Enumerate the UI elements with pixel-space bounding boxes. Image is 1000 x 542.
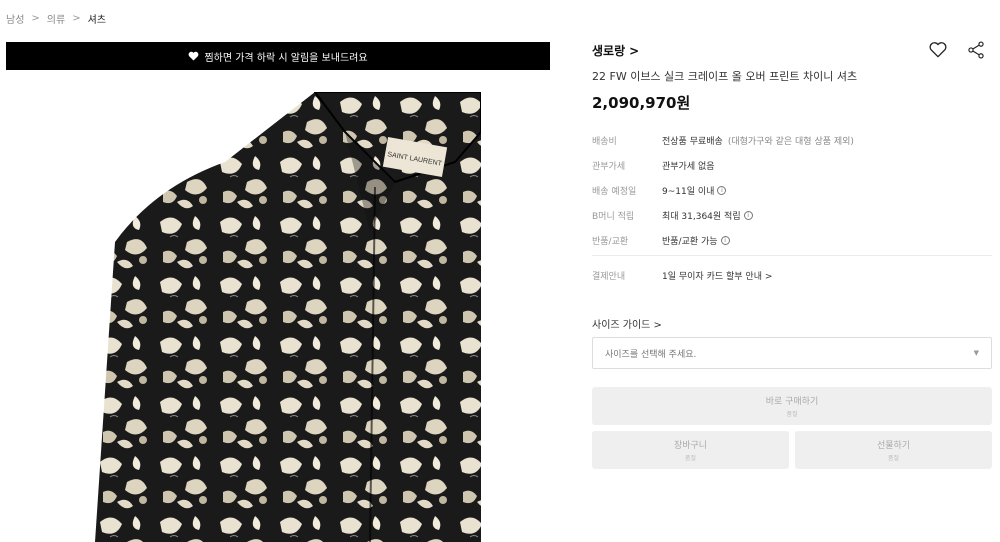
shipping-note: (대형가구와 같은 대형 상품 제외)	[727, 137, 854, 147]
detail-value: 전상품 무료배송 (대형가구와 같은 대형 상품 제외)	[662, 134, 854, 147]
detail-label: 결제안내	[592, 272, 626, 282]
share-icon[interactable]	[966, 40, 986, 60]
breadcrumb-item-clothing[interactable]: 의류	[47, 11, 65, 26]
gift-label: 선물하기	[876, 441, 911, 451]
points-value: 최대 31,364원 적립	[662, 212, 741, 222]
shipping-value: 전상품 무료배송	[662, 137, 723, 147]
info-icon[interactable]: i	[743, 211, 753, 220]
buy-now-button[interactable]: 바로 구매하기 품절	[592, 387, 992, 425]
product-price: 2,090,970원	[592, 94, 691, 112]
info-icon[interactable]: i	[720, 236, 730, 245]
breadcrumb-item-shirts[interactable]: 셔츠	[88, 11, 106, 26]
detail-label: 배송비	[592, 137, 617, 147]
delivery-value: 9~11일 이내	[662, 187, 715, 197]
product-title: 22 FW 이브스 실크 크레이프 올 오버 프린트 차이니 셔츠	[592, 70, 858, 83]
detail-value: 반품/교환 가능 i	[662, 234, 730, 247]
breadcrumb-separator: >	[72, 13, 81, 24]
detail-label: 배송 예정일	[592, 187, 637, 197]
sold-out-label: 품절	[684, 455, 697, 462]
size-select[interactable]: 사이즈를 선택해 주세요. ▼	[592, 337, 992, 369]
size-guide-link[interactable]: 사이즈 가이드 >	[592, 316, 662, 331]
sold-out-label: 품절	[887, 455, 900, 462]
product-details: 배송비 전상품 무료배송 (대형가구와 같은 대형 상품 제외) 관부가세 관부…	[592, 128, 992, 253]
heart-icon	[189, 51, 199, 61]
detail-label: 관부가세	[592, 162, 626, 172]
detail-value: 관부가세 없음	[662, 159, 715, 172]
gift-button[interactable]: 선물하기 품절	[795, 431, 992, 469]
detail-row-delivery: 배송 예정일 9~11일 이내 i	[592, 178, 992, 203]
cart-label: 장바구니	[673, 441, 708, 451]
banner-text: 찜하면 가격 하락 시 알림을 보내드려요	[204, 52, 368, 64]
detail-row-returns: 반품/교환 반품/교환 가능 i	[592, 228, 992, 253]
breadcrumb-item-men[interactable]: 남성	[6, 11, 24, 26]
detail-row-payment: 결제안내 1일 무이자 카드 할부 안내 >	[592, 263, 992, 288]
product-image: SAINT LAURENT	[95, 92, 481, 542]
brand-name: 생로랑	[592, 44, 626, 58]
add-to-cart-button[interactable]: 장바구니 품절	[592, 431, 789, 469]
payment-info: 결제안내 1일 무이자 카드 할부 안내 >	[592, 263, 992, 288]
chevron-right-icon: >	[629, 43, 640, 58]
payment-installment-link[interactable]: 1일 무이자 카드 할부 안내 >	[662, 269, 772, 282]
detail-value: 최대 31,364원 적립 i	[662, 209, 753, 222]
buy-now-label: 바로 구매하기	[765, 397, 819, 407]
breadcrumb: 남성 > 의류 > 셔츠	[6, 11, 106, 26]
returns-value: 반품/교환 가능	[662, 237, 718, 247]
breadcrumb-separator: >	[31, 13, 40, 24]
divider	[592, 255, 992, 256]
detail-row-shipping: 배송비 전상품 무료배송 (대형가구와 같은 대형 상품 제외)	[592, 128, 992, 153]
detail-value: 9~11일 이내 i	[662, 184, 727, 197]
detail-row-points: B머니 적립 최대 31,364원 적립 i	[592, 203, 992, 228]
detail-row-customs: 관부가세 관부가세 없음	[592, 153, 992, 178]
customs-value: 관부가세 없음	[662, 162, 715, 172]
size-select-placeholder: 사이즈를 선택해 주세요.	[605, 349, 697, 360]
caret-down-icon: ▼	[973, 349, 979, 357]
shirt-illustration: SAINT LAURENT	[95, 92, 481, 542]
detail-label: 반품/교환	[592, 237, 629, 247]
brand-link[interactable]: 생로랑 >	[592, 42, 639, 59]
heart-outline-icon[interactable]	[928, 40, 948, 60]
detail-label: B머니 적립	[592, 212, 635, 222]
product-actions	[928, 40, 986, 60]
info-icon[interactable]: i	[717, 186, 727, 195]
wishlist-price-alert-banner[interactable]: 찜하면 가격 하락 시 알림을 보내드려요	[6, 42, 550, 70]
sold-out-label: 품절	[786, 411, 798, 418]
